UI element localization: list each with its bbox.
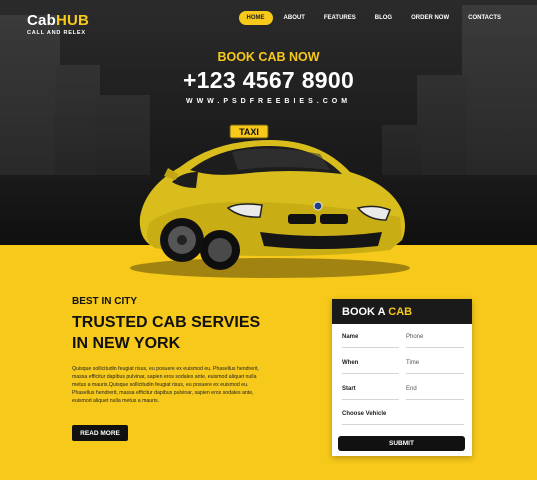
hero-cta: BOOK CAB NOW +123 4567 8900 WWW.PSDFREEB…	[0, 50, 537, 105]
nav-item-blog[interactable]: BLOG	[367, 11, 400, 25]
taxi-car-image: TAXI	[130, 124, 410, 278]
booking-fields: Name Phone When Time Start End Choose Ve…	[332, 324, 472, 425]
when-field[interactable]: When	[342, 360, 399, 374]
brand-tagline: CALL AND RELEX	[27, 30, 86, 36]
phone-field[interactable]: Phone	[406, 334, 464, 348]
main-nav: HOME ABOUT FEATURES BLOG ORDER NOW CONTA…	[236, 11, 509, 25]
nav-item-home[interactable]: HOME	[238, 11, 273, 25]
nav-item-about[interactable]: ABOUT	[276, 11, 313, 25]
taxi-sign-text: TAXI	[239, 127, 259, 137]
read-more-button[interactable]: READ MORE	[72, 425, 128, 441]
section-body-text: Quisque sollicitudin feugiat risus, eu p…	[72, 366, 259, 404]
headline-line-1: TRUSTED CAB SERVIES	[72, 314, 261, 331]
headline-line-2: IN NEW YORK	[72, 335, 181, 352]
booking-form: BOOK A CAB Name Phone When Time Start En…	[332, 299, 472, 456]
booking-title: BOOK A CAB	[332, 299, 472, 324]
nav-item-order-now[interactable]: ORDER NOW	[403, 11, 457, 25]
section-eyebrow: BEST IN CITY	[72, 296, 138, 307]
name-field[interactable]: Name	[342, 334, 399, 348]
brand-name: CabHUB	[27, 12, 90, 29]
time-field[interactable]: Time	[406, 360, 464, 374]
end-field[interactable]: End	[406, 386, 464, 400]
nav-item-contacts[interactable]: CONTACTS	[460, 11, 509, 25]
submit-button[interactable]: SUBMIT	[338, 436, 465, 451]
logo[interactable]: CabHUB CALL AND RELEX	[27, 12, 89, 36]
book-cab-label: BOOK CAB NOW	[217, 50, 320, 64]
start-field[interactable]: Start	[342, 386, 399, 400]
section-headline: TRUSTED CAB SERVIES IN NEW YORK	[72, 312, 262, 354]
website-url[interactable]: WWW.PSDFREEBIES.COM	[0, 98, 537, 105]
phone-number[interactable]: +123 4567 8900	[0, 67, 537, 94]
nav-item-features[interactable]: FEATURES	[316, 11, 364, 25]
intro-section: BEST IN CITY TRUSTED CAB SERVIES IN NEW …	[72, 296, 262, 405]
choose-vehicle-select[interactable]: Choose Vehicle	[342, 411, 464, 425]
